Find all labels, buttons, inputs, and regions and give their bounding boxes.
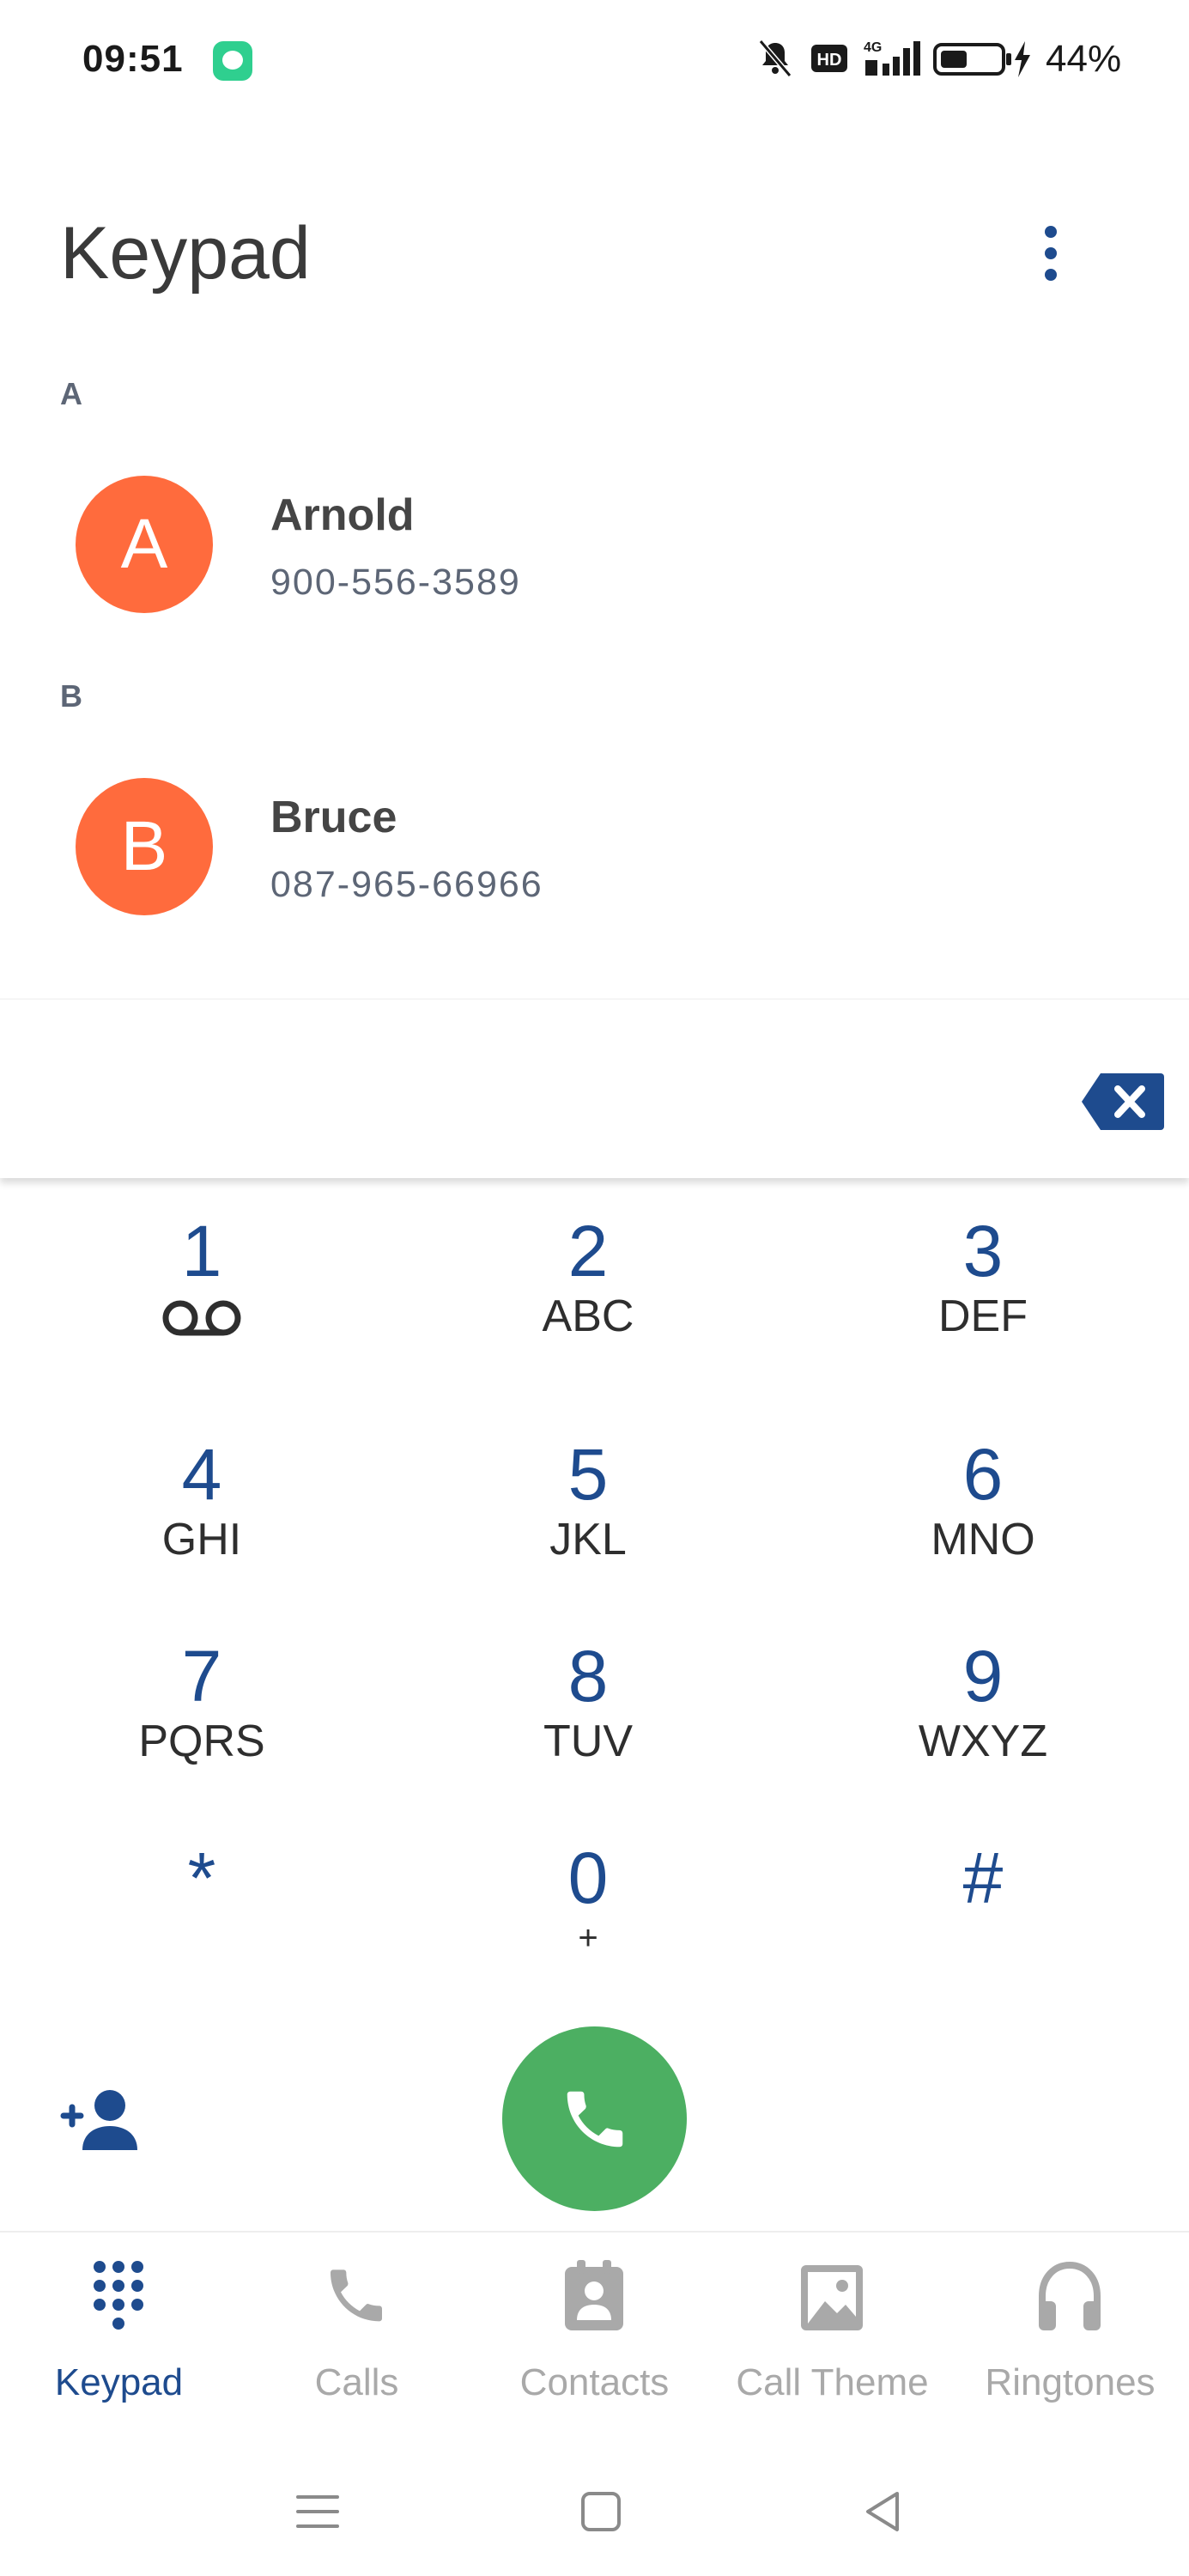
battery-percent: 44%: [1046, 38, 1122, 80]
key-digit: 7: [181, 1636, 222, 1716]
backspace-icon[interactable]: [1082, 1072, 1164, 1132]
key-digit: 3: [962, 1211, 1004, 1291]
key-digit: #: [962, 1838, 1004, 1918]
call-button[interactable]: [502, 2026, 687, 2211]
tab-label: Keypad: [54, 2361, 184, 2403]
signal-icon: 4G: [864, 40, 920, 76]
phone-icon: [567, 2091, 623, 2148]
key-2[interactable]: 2 ABC: [459, 1215, 717, 1361]
chat-app-icon: [213, 41, 252, 81]
back-icon[interactable]: [854, 2482, 914, 2542]
contact-number: 087-965-66966: [270, 864, 543, 905]
key-0[interactable]: 0 +: [459, 1842, 717, 1988]
key-letters: PQRS: [138, 1716, 265, 1766]
tab-calls[interactable]: Calls: [238, 2258, 476, 2413]
key-digit: 9: [962, 1636, 1004, 1716]
hd-label: HD: [817, 51, 842, 70]
avatar: B: [76, 778, 213, 915]
dial-number-field[interactable]: [0, 999, 1189, 1178]
contact-name: Bruce: [270, 793, 397, 842]
key-letters: ABC: [542, 1291, 634, 1341]
key-digit: 0: [567, 1838, 609, 1918]
key-digit: 4: [181, 1434, 222, 1515]
avatar: A: [76, 476, 213, 613]
key-digit: 1: [181, 1211, 222, 1291]
key-star[interactable]: *: [73, 1842, 331, 1988]
key-3[interactable]: 3 DEF: [854, 1215, 1112, 1361]
key-letters: TUV: [543, 1716, 633, 1766]
tab-contacts[interactable]: Contacts: [476, 2258, 713, 2413]
key-digit: 5: [567, 1434, 609, 1515]
contact-name: Arnold: [270, 490, 415, 540]
image-icon: [801, 2265, 863, 2330]
tab-call-theme[interactable]: Call Theme: [713, 2258, 951, 2413]
tab-label: Calls: [314, 2361, 399, 2403]
home-icon[interactable]: [571, 2482, 631, 2542]
contact-row[interactable]: A Arnold 900-556-3589: [0, 455, 1189, 618]
status-time: 09:51: [82, 38, 184, 80]
network-type: 4G: [864, 40, 882, 55]
key-letters: WXYZ: [918, 1716, 1048, 1766]
dialpad-icon: [94, 2261, 143, 2330]
key-6[interactable]: 6 MNO: [854, 1438, 1112, 1584]
key-letters: +: [578, 1919, 598, 1957]
key-digit: 8: [567, 1636, 609, 1716]
contacts-icon: [565, 2260, 623, 2330]
key-digit: 6: [962, 1434, 1004, 1515]
key-4[interactable]: 4 GHI: [73, 1438, 331, 1584]
tab-ringtones[interactable]: Ringtones: [951, 2258, 1189, 2413]
headphones-icon: [1039, 2261, 1101, 2330]
tab-label: Contacts: [519, 2361, 670, 2403]
add-contact-icon[interactable]: [58, 2087, 143, 2155]
key-letters: JKL: [549, 1515, 627, 1564]
key-letters: GHI: [161, 1515, 242, 1564]
key-hash[interactable]: #: [854, 1842, 1112, 1988]
phone-icon: [331, 2269, 382, 2322]
key-digit: *: [187, 1838, 216, 1918]
tab-label: Call Theme: [736, 2361, 929, 2403]
tab-label: Ringtones: [985, 2361, 1156, 2403]
key-8[interactable]: 8 TUV: [459, 1640, 717, 1786]
menu-icon[interactable]: [288, 2482, 348, 2542]
section-header-a: A: [60, 376, 82, 411]
key-1[interactable]: 1: [73, 1215, 331, 1361]
page-title: Keypad: [60, 212, 311, 295]
contact-row[interactable]: B Bruce 087-965-66966: [0, 757, 1189, 920]
battery-icon: [933, 41, 1030, 77]
more-options-button[interactable]: [1030, 219, 1071, 288]
hd-voice-icon: HD: [811, 45, 847, 72]
voicemail-icon: [162, 1300, 241, 1336]
key-digit: 2: [567, 1211, 609, 1291]
key-7[interactable]: 7 PQRS: [73, 1640, 331, 1786]
tab-keypad[interactable]: Keypad: [0, 2258, 238, 2413]
key-9[interactable]: 9 WXYZ: [854, 1640, 1112, 1786]
key-5[interactable]: 5 JKL: [459, 1438, 717, 1584]
key-letters: MNO: [931, 1515, 1035, 1564]
contact-number: 900-556-3589: [270, 562, 521, 603]
key-letters: DEF: [938, 1291, 1028, 1341]
section-header-b: B: [60, 678, 82, 714]
mute-bell-icon: [758, 39, 792, 77]
